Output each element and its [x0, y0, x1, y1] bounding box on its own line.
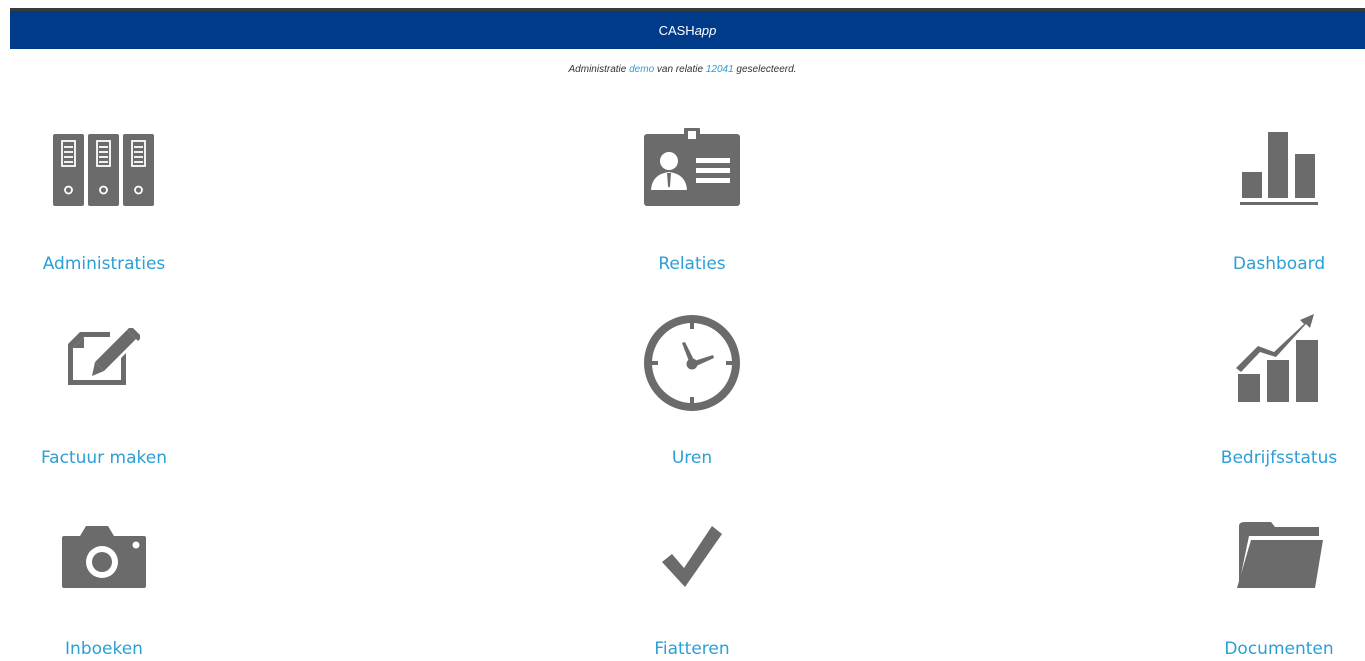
relation-id-link[interactable]: 12041 — [706, 64, 734, 75]
tile-bedrijfsstatus[interactable]: Bedrijfsstatus — [1179, 312, 1365, 472]
tile-label: Dashboard — [1232, 254, 1326, 274]
tile-label: Fiatteren — [654, 639, 730, 659]
tile-label: Relaties — [658, 254, 726, 274]
app-header: CASH app — [10, 11, 1365, 49]
tile-dashboard[interactable]: Dashboard — [1179, 128, 1365, 278]
tile-documenten[interactable]: Documenten — [1179, 516, 1365, 661]
edit-document-icon — [64, 328, 144, 391]
tile-label: Bedrijfsstatus — [1220, 448, 1338, 468]
growth-chart-icon — [1236, 312, 1322, 409]
folder-icon — [1235, 522, 1323, 595]
selection-status: Administratie demo van relatie 12041 ges… — [0, 64, 1365, 75]
tile-fiatteren[interactable]: Fiatteren — [592, 516, 792, 661]
tile-administraties[interactable]: Administraties — [4, 128, 204, 278]
bar-chart-icon — [1240, 132, 1318, 213]
top-strip — [0, 0, 1365, 11]
checkmark-icon — [662, 524, 722, 593]
tile-label: Administraties — [42, 254, 166, 274]
id-badge-icon — [644, 128, 740, 213]
tile-label: Uren — [671, 448, 713, 468]
tile-uren[interactable]: Uren — [592, 312, 792, 472]
tile-factuur-maken[interactable]: Factuur maken — [4, 312, 204, 472]
tile-relaties[interactable]: Relaties — [592, 128, 792, 278]
binders-icon — [53, 134, 155, 211]
status-prefix: Administratie — [568, 64, 627, 75]
admin-name-link[interactable]: demo — [629, 64, 654, 75]
status-suffix: geselecteerd. — [736, 64, 797, 75]
status-middle: van relatie — [656, 64, 704, 75]
tile-inboeken[interactable]: Inboeken — [4, 516, 204, 661]
tile-label: Documenten — [1224, 639, 1334, 659]
brand-suffix: app — [694, 22, 717, 38]
brand-main: CASH — [658, 22, 695, 38]
camera-icon — [62, 526, 146, 593]
tile-label: Inboeken — [65, 639, 143, 659]
tile-label: Factuur maken — [40, 448, 168, 468]
clock-icon — [643, 314, 741, 417]
